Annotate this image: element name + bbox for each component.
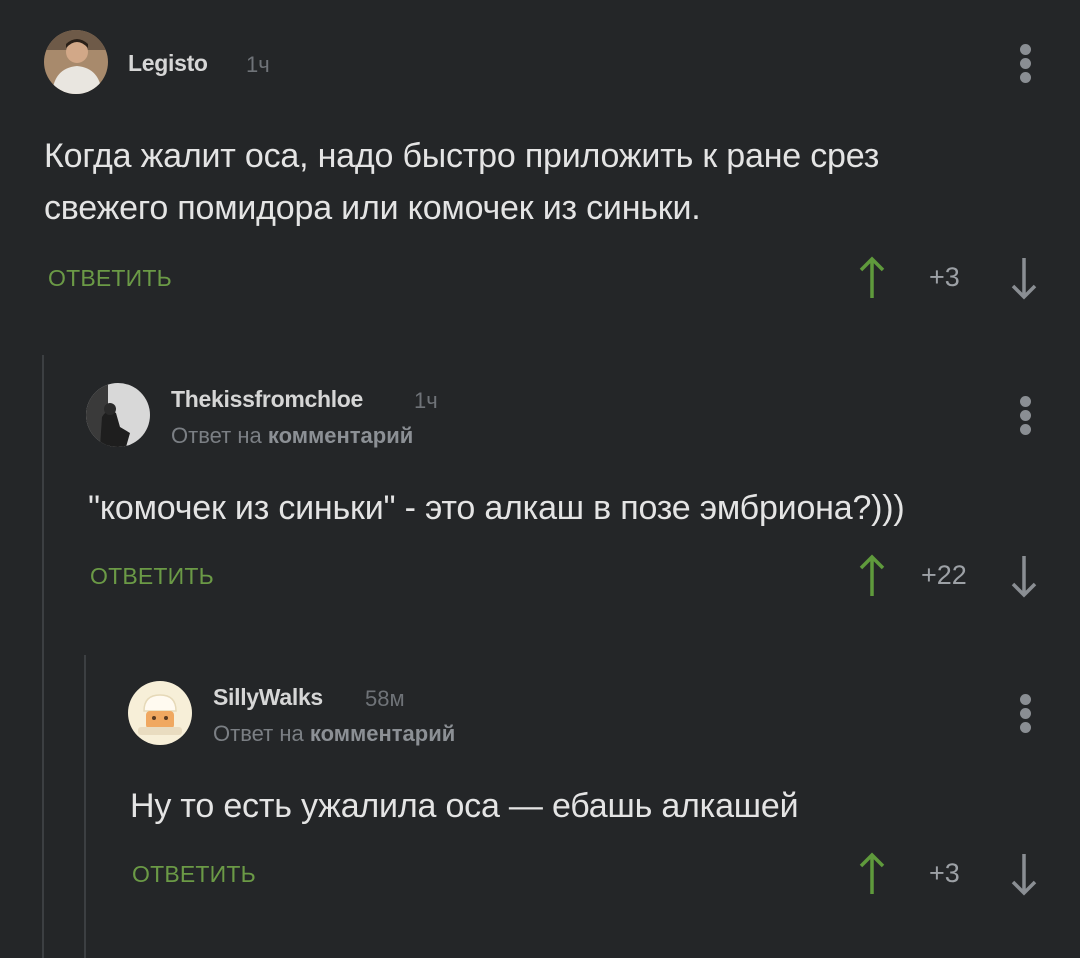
author-name[interactable]: Thekissfromchloe [171, 386, 363, 413]
arrow-down-icon[interactable] [1010, 256, 1038, 300]
reply-to-info: Ответ на комментарий [171, 423, 413, 449]
rating-value: +22 [921, 560, 967, 590]
reply-button[interactable]: ОТВЕТИТЬ [48, 265, 172, 292]
comment-text: Ну то есть ужалила оса — ебашь алкашей [130, 780, 1030, 832]
thread-line-level-1 [42, 355, 44, 958]
author-name[interactable]: Legisto [128, 50, 208, 77]
comment-text-line: "комочек из синьки" - это алкаш в позе э… [88, 489, 905, 527]
arrow-up-icon[interactable] [858, 852, 886, 896]
reply-to-link[interactable]: комментарий [310, 721, 455, 746]
reply-to-link[interactable]: комментарий [268, 423, 413, 448]
avatar[interactable] [86, 383, 150, 447]
reply-to-info: Ответ на комментарий [213, 721, 455, 747]
rating-value: +3 [929, 858, 960, 888]
arrow-up-icon[interactable] [858, 256, 886, 300]
kebab-menu-icon[interactable] [1018, 396, 1032, 436]
arrow-down-icon[interactable] [1010, 554, 1038, 598]
avatar[interactable] [128, 681, 192, 745]
reply-button[interactable]: ОТВЕТИТЬ [132, 861, 256, 888]
comment-text-line: свежего помидора или комочек из синьки. [44, 189, 701, 227]
comment-time: 58м [365, 686, 405, 711]
kebab-menu-icon[interactable] [1018, 694, 1032, 734]
reply-to-prefix: Ответ на [213, 721, 304, 746]
comment-text: "комочек из синьки" - это алкаш в позе э… [88, 482, 1048, 534]
comment-time: 1ч [246, 52, 270, 77]
comment-text-line: Ну то есть ужалила оса — ебашь алкашей [130, 787, 799, 825]
comment-text: Когда жалит оса, надо быстро приложить к… [44, 130, 1044, 234]
arrow-up-icon[interactable] [858, 554, 886, 598]
comment-time: 1ч [414, 388, 438, 413]
arrow-down-icon[interactable] [1010, 852, 1038, 896]
reply-to-prefix: Ответ на [171, 423, 262, 448]
kebab-menu-icon[interactable] [1018, 44, 1032, 84]
comment-text-line: Когда жалит оса, надо быстро приложить к… [44, 137, 880, 175]
reply-button[interactable]: ОТВЕТИТЬ [90, 563, 214, 590]
rating-value: +3 [929, 262, 960, 292]
thread-line-level-2 [84, 655, 86, 958]
avatar[interactable] [44, 30, 108, 94]
author-name[interactable]: SillyWalks [213, 684, 323, 711]
